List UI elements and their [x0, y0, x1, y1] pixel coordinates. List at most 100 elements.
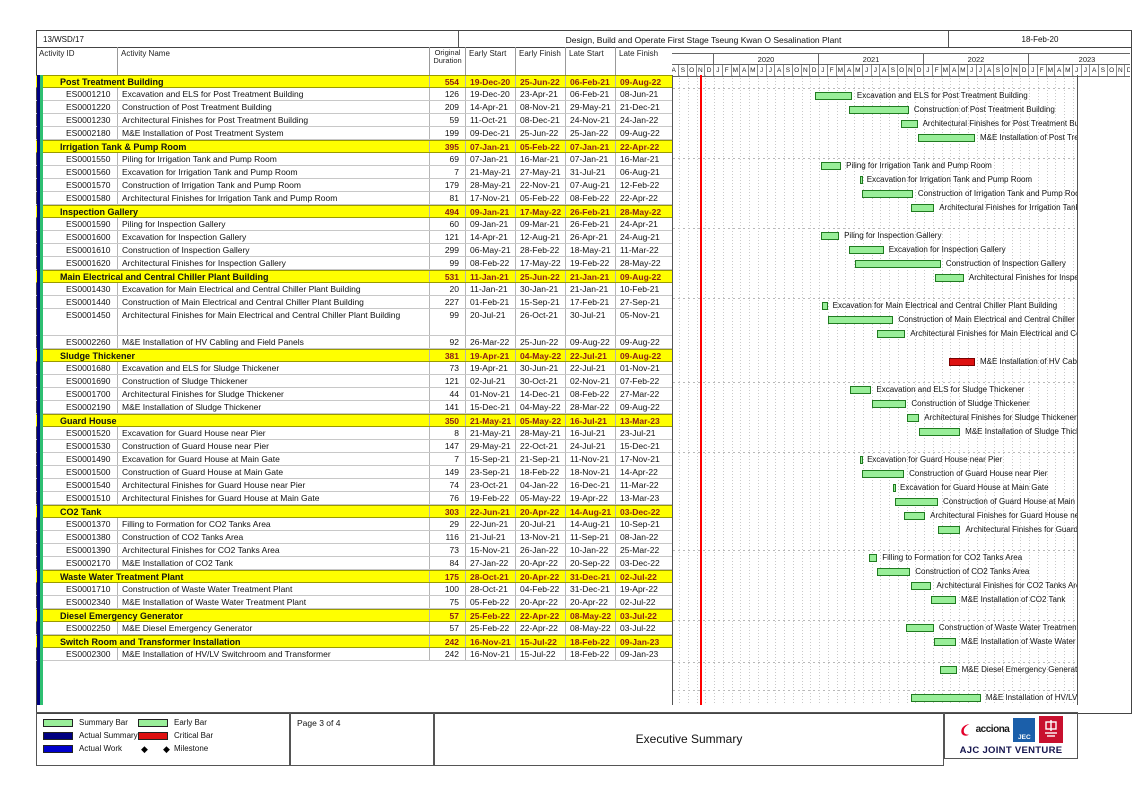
table-cell: 09-Aug-22: [616, 350, 672, 361]
gantt-bar-label: Construction of Waste Water Treatment Pl…: [939, 623, 1078, 633]
table-cell: 25-Jun-22: [516, 336, 566, 348]
table-cell: 57: [430, 610, 466, 621]
joint-venture-logo-box: acciona JEC AJC JOINT VENTURE: [944, 712, 1078, 759]
legend-box: Summary Bar Actual Summary Actual Work E…: [36, 712, 290, 766]
activity-row: ES0001490Excavation for Guard House at M…: [36, 453, 672, 466]
table-cell: ES0001700: [36, 388, 118, 400]
table-cell: 01-Nov-21: [616, 362, 672, 374]
table-cell: 31-Jul-21: [566, 166, 616, 178]
table-cell: 13-Mar-23: [616, 415, 672, 426]
table-cell: 20-Apr-22: [566, 596, 616, 608]
report-title: Executive Summary: [636, 732, 743, 746]
table-cell: 14-Apr-21: [466, 101, 516, 113]
table-cell: 8: [430, 427, 466, 439]
table-cell: 02-Nov-21: [566, 375, 616, 387]
table-cell: 25-Feb-22: [466, 622, 516, 634]
jec-logo-text: JEC: [1018, 734, 1031, 741]
table-cell: 21-Jan-21: [566, 271, 616, 282]
table-cell: 116: [430, 531, 466, 543]
gantt-bar-label: Architectural Finishes for Irrigation Ta…: [939, 203, 1078, 213]
month-gridline: [732, 75, 733, 705]
gantt-bar: [940, 666, 957, 674]
section-separator-line: [673, 662, 1078, 663]
table-cell: 22-Jul-21: [566, 362, 616, 374]
table-cell: M&E Diesel Emergency Generator: [118, 622, 430, 634]
table-cell: 24-Aug-21: [616, 231, 672, 243]
table-cell: Architectural Finishes for Guard House n…: [118, 479, 430, 491]
table-cell: 147: [430, 440, 466, 452]
table-cell: 10-Sep-21: [616, 518, 672, 530]
table-cell: ES0002180: [36, 127, 118, 139]
table-cell: 28-May-21: [516, 427, 566, 439]
table-cell: 21-May-21: [466, 427, 516, 439]
table-cell: 15-Jul-22: [516, 648, 566, 660]
activity-row: ES0001430Excavation for Main Electrical …: [36, 283, 672, 296]
table-cell: 15-Nov-21: [466, 544, 516, 556]
month-cell: A: [1089, 65, 1098, 76]
table-cell: 299: [430, 244, 466, 256]
table-cell: 05-May-22: [516, 492, 566, 504]
section-separator-line: [673, 298, 1078, 299]
table-cell: 16-Dec-21: [566, 479, 616, 491]
table-cell: 11-Oct-21: [466, 114, 516, 126]
table-cell: 12-Aug-21: [516, 231, 566, 243]
activity-row: ES0001580Architectural Finishes for Irri…: [36, 192, 672, 205]
table-cell: Construction of Guard House at Main Gate: [118, 466, 430, 478]
table-cell: 27-Mar-22: [616, 388, 672, 400]
activity-row: ES0001680Excavation and ELS for Sludge T…: [36, 362, 672, 375]
table-cell: 08-May-22: [566, 610, 616, 621]
activity-row: ES0002180M&E Installation of Post Treatm…: [36, 127, 672, 140]
section-separator-line: [673, 620, 1078, 621]
activity-row: ES0002260M&E Installation of HV Cabling …: [36, 336, 672, 349]
table-cell: 04-May-22: [516, 401, 566, 413]
month-gridline: [1047, 75, 1048, 705]
activity-row: ES0002170M&E Installation of CO2 Tank842…: [36, 557, 672, 570]
summary-row: Waste Water Treatment Plant17528-Oct-212…: [36, 570, 672, 583]
table-cell: 23-Oct-21: [466, 479, 516, 491]
table-cell: 09-Jan-23: [616, 636, 672, 647]
table-cell: 100: [430, 583, 466, 595]
table-cell: ES0001450: [36, 309, 118, 335]
table-cell: 25-Jun-22: [516, 127, 566, 139]
table-cell: 24-Jul-21: [566, 440, 616, 452]
table-cell: 26-Feb-21: [566, 218, 616, 230]
table-cell: ES0001560: [36, 166, 118, 178]
table-cell: 17-Nov-21: [466, 192, 516, 204]
report-date: 18-Feb-20: [949, 31, 1131, 48]
legend-actual-summary: Actual Summary: [79, 731, 138, 741]
table-cell: 11-Nov-21: [566, 453, 616, 465]
summary-row: Guard House35021-May-2105-May-2216-Jul-2…: [36, 414, 672, 427]
activity-row: ES0001560Excavation for Irrigation Tank …: [36, 166, 672, 179]
gantt-bar-label: M&E Diesel Emergency Generator: [962, 665, 1078, 675]
month-gridline: [697, 75, 698, 705]
gantt-bar-label: Excavation for Inspection Gallery: [889, 245, 1006, 255]
table-cell: 16-Mar-21: [516, 153, 566, 165]
gantt-bar: [919, 428, 960, 436]
table-cell: 28-May-21: [466, 179, 516, 191]
activity-row: ES0001500Construction of Guard House at …: [36, 466, 672, 479]
legend-milestone: Milestone: [174, 744, 208, 754]
table-cell: 27-May-21: [516, 166, 566, 178]
group-band-stripe-green: [40, 75, 43, 705]
table-cell: ES0001500: [36, 466, 118, 478]
gantt-bar-label: Excavation and ELS for Post Treatment Bu…: [857, 91, 1028, 101]
gantt-bar: [877, 330, 905, 338]
gantt-bar-label: Architectural Finishes for Inspection Ga…: [969, 273, 1078, 283]
month-gridline: [1038, 75, 1039, 705]
table-cell: 121: [430, 231, 466, 243]
section-separator-line: [673, 550, 1078, 551]
table-cell: 01-Nov-21: [466, 388, 516, 400]
table-cell: 29-May-21: [466, 440, 516, 452]
table-cell: CO2 Tank: [36, 506, 430, 517]
table-cell: ES0001370: [36, 518, 118, 530]
table-cell: 29-May-21: [566, 101, 616, 113]
table-cell: 149: [430, 466, 466, 478]
table-cell: 19-Apr-21: [466, 362, 516, 374]
table-cell: 09-Aug-22: [616, 76, 672, 87]
gantt-bar-label: Construction of Post Treatment Building: [914, 105, 1055, 115]
table-cell: 14-Dec-21: [516, 388, 566, 400]
gantt-bar-label: Excavation for Irrigation Tank and Pump …: [867, 175, 1032, 185]
gantt-bar-label: Architectural Finishes for Guard House n…: [930, 511, 1078, 521]
gantt-bar: [877, 568, 910, 576]
col-late-finish: Late Finish: [616, 47, 672, 75]
